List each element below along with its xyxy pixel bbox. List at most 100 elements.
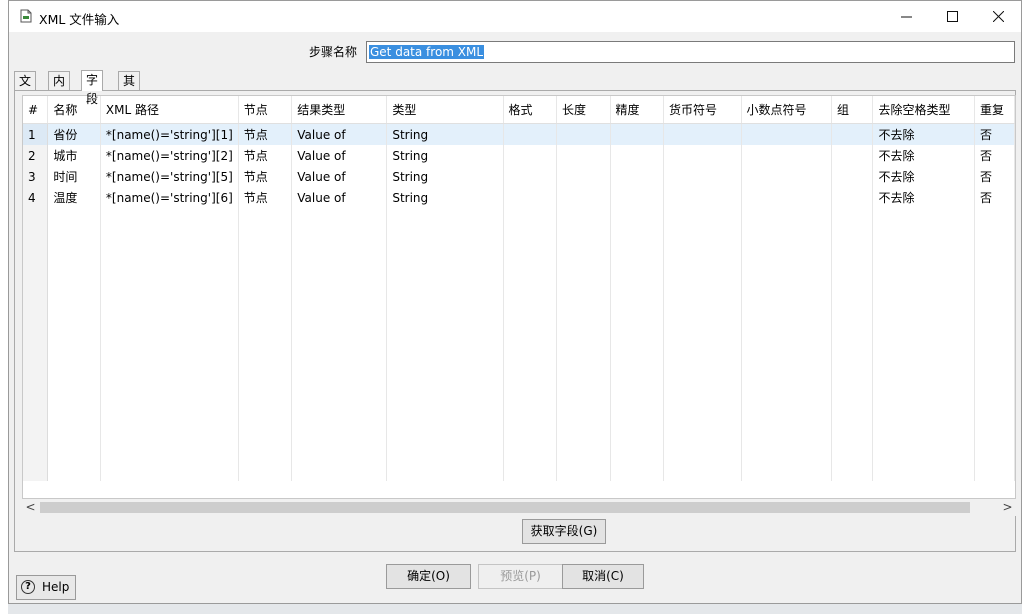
table-cell[interactable] [100, 439, 239, 460]
table-cell[interactable] [503, 166, 557, 187]
row-number-cell[interactable] [23, 439, 49, 460]
table-cell[interactable] [386, 439, 504, 460]
table-cell[interactable] [238, 208, 293, 229]
row-number-cell[interactable] [23, 460, 49, 481]
column-header[interactable]: XML 路径 [100, 96, 239, 124]
table-cell[interactable] [386, 250, 504, 271]
table-cell[interactable] [503, 418, 557, 439]
row-number-cell[interactable]: 3 [23, 166, 49, 187]
table-cell[interactable] [610, 123, 664, 145]
table-cell[interactable] [974, 334, 1015, 355]
table-row[interactable] [23, 292, 1015, 313]
table-cell[interactable] [610, 250, 664, 271]
table-cell[interactable] [47, 313, 101, 334]
table-cell[interactable] [610, 229, 664, 250]
table-cell[interactable] [610, 439, 664, 460]
table-cell[interactable] [238, 292, 293, 313]
table-cell[interactable] [872, 439, 975, 460]
table-cell[interactable] [663, 166, 742, 187]
table-cell[interactable] [610, 208, 664, 229]
table-cell[interactable] [503, 439, 557, 460]
table-cell[interactable] [831, 439, 874, 460]
table-cell[interactable] [663, 292, 742, 313]
table-cell[interactable] [291, 250, 388, 271]
table-cell[interactable] [974, 397, 1015, 418]
table-cell[interactable] [741, 123, 832, 145]
table-cell[interactable] [872, 376, 975, 397]
table-cell[interactable] [386, 460, 504, 481]
table-cell[interactable] [291, 313, 388, 334]
row-number-cell[interactable] [23, 355, 49, 376]
table-row[interactable] [23, 334, 1015, 355]
column-header[interactable]: 节点 [238, 96, 293, 124]
table-row[interactable]: 3 时间 *[name()='string'][5] 节点 Value of String… [23, 166, 1015, 187]
table-cell[interactable]: 温度 [47, 187, 101, 208]
table-cell[interactable]: 节点 [238, 166, 293, 187]
table-cell[interactable] [386, 376, 504, 397]
table-cell[interactable] [503, 460, 557, 481]
table-cell[interactable] [872, 208, 975, 229]
table-cell[interactable] [831, 418, 874, 439]
column-header[interactable]: 重复 [974, 96, 1015, 124]
table-cell[interactable] [872, 250, 975, 271]
table-cell[interactable] [610, 418, 664, 439]
minimize-button[interactable] [883, 1, 929, 32]
table-cell[interactable] [47, 208, 101, 229]
table-cell[interactable]: 节点 [238, 145, 293, 166]
table-cell[interactable] [291, 376, 388, 397]
column-header[interactable]: 结果类型 [291, 96, 388, 124]
table-row[interactable]: 2 城市 *[name()='string'][2] 节点 Value of String… [23, 145, 1015, 166]
table-row[interactable]: 1 省份 *[name()='string'][1] 节点 Value of String… [23, 123, 1015, 145]
close-button[interactable] [975, 1, 1021, 32]
table-cell[interactable] [291, 355, 388, 376]
table-cell[interactable] [974, 313, 1015, 334]
ok-button[interactable]: 确定(O) [386, 564, 471, 589]
table-cell[interactable] [47, 292, 101, 313]
table-cell[interactable]: String [386, 123, 504, 145]
table-cell[interactable] [663, 145, 742, 166]
table-cell[interactable] [386, 292, 504, 313]
table-cell[interactable] [872, 460, 975, 481]
table-cell[interactable] [556, 460, 611, 481]
table-cell[interactable] [503, 271, 557, 292]
table-cell[interactable] [503, 292, 557, 313]
table-cell[interactable] [974, 271, 1015, 292]
table-cell[interactable] [663, 250, 742, 271]
table-cell[interactable] [663, 355, 742, 376]
table-cell[interactable] [663, 397, 742, 418]
table-cell[interactable] [238, 439, 293, 460]
table-cell[interactable] [663, 460, 742, 481]
table-cell[interactable] [386, 313, 504, 334]
table-cell[interactable] [610, 460, 664, 481]
table-cell[interactable] [663, 271, 742, 292]
scrollbar-thumb[interactable] [40, 502, 970, 513]
table-cell[interactable] [741, 229, 832, 250]
row-number-cell[interactable] [23, 313, 49, 334]
table-cell[interactable] [47, 334, 101, 355]
tab-fields[interactable]: 字段 [81, 70, 104, 106]
table-cell[interactable] [47, 397, 101, 418]
table-cell[interactable] [872, 313, 975, 334]
table-cell[interactable] [610, 271, 664, 292]
table-cell[interactable] [291, 334, 388, 355]
column-header[interactable]: 类型 [386, 96, 504, 124]
table-cell[interactable] [100, 418, 239, 439]
table-cell[interactable] [291, 460, 388, 481]
table-cell[interactable] [741, 208, 832, 229]
table-cell[interactable]: 否 [974, 166, 1015, 187]
row-number-cell[interactable] [23, 229, 49, 250]
table-cell[interactable] [238, 334, 293, 355]
table-cell[interactable] [974, 250, 1015, 271]
table-cell[interactable] [503, 229, 557, 250]
table-cell[interactable] [100, 229, 239, 250]
table-cell[interactable] [556, 271, 611, 292]
table-cell[interactable]: Value of [291, 123, 388, 145]
table-cell[interactable] [831, 313, 874, 334]
table-cell[interactable] [291, 271, 388, 292]
table-row[interactable] [23, 208, 1015, 229]
row-number-cell[interactable] [23, 271, 49, 292]
table-cell[interactable]: *[name()='string'][2] [100, 145, 239, 166]
table-cell[interactable] [291, 208, 388, 229]
table-cell[interactable] [741, 313, 832, 334]
table-cell[interactable] [556, 229, 611, 250]
